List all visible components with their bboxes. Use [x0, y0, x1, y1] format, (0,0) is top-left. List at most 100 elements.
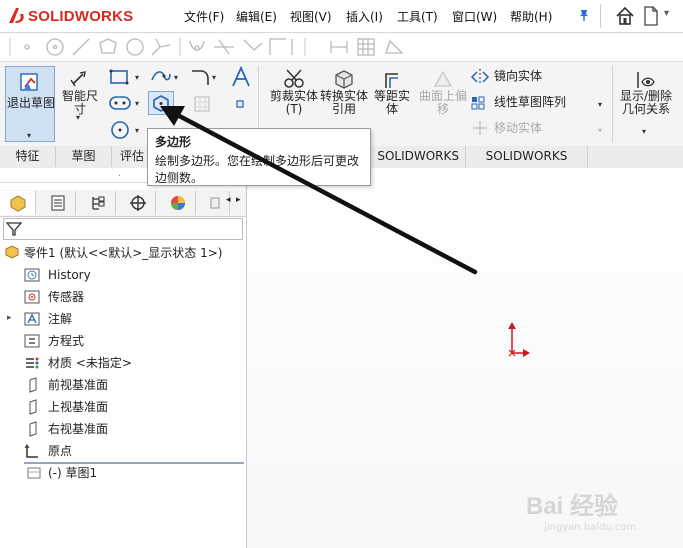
- equations-icon: [24, 334, 40, 348]
- move-entities-label[interactable]: 移动实体: [494, 122, 542, 135]
- mirror-entities-label[interactable]: 镜向实体: [494, 70, 542, 83]
- tab-features[interactable]: 特征: [0, 146, 56, 167]
- chevron-down-icon[interactable]: ▾: [135, 126, 139, 135]
- offset-entities-button[interactable]: 等距实体: [370, 68, 414, 116]
- panel-more-icon: [210, 197, 219, 209]
- chevron-down-icon[interactable]: ▾: [174, 73, 178, 82]
- smart-dimension-icon: [70, 71, 86, 87]
- offset-entities-label: 等距实体: [373, 89, 410, 116]
- display-manager-tab[interactable]: [160, 191, 196, 215]
- tooltip-title: 多边形: [155, 135, 192, 149]
- tree-item-annotations[interactable]: 注解: [48, 309, 72, 329]
- linear-pattern-label[interactable]: 线性草图阵列: [494, 96, 566, 109]
- panel-collapse-handle[interactable]: ·: [118, 171, 121, 182]
- chevron-down-icon[interactable]: ▾: [27, 129, 31, 142]
- menu-edit[interactable]: 编辑(E): [236, 8, 277, 25]
- new-document-icon[interactable]: [642, 5, 660, 27]
- menu-insert[interactable]: 插入(I): [346, 8, 383, 25]
- chevron-down-icon[interactable]: ▾: [76, 111, 80, 124]
- pin-icon[interactable]: [577, 8, 591, 22]
- sketch-picture-icon[interactable]: [192, 94, 212, 114]
- tree-item-origin[interactable]: 原点: [48, 441, 72, 461]
- tree-item-right-plane[interactable]: 右视基准面: [48, 419, 108, 439]
- chevron-down-icon[interactable]: ▾: [664, 8, 669, 19]
- chevron-down-icon[interactable]: ▾: [135, 73, 139, 82]
- smart-dimension-button[interactable]: 智能尺寸 ▾: [58, 68, 102, 122]
- tooltip-body: 绘制多边形。您在绘制多边形后可更改边侧数。: [155, 154, 360, 185]
- offset-on-surface-icon: [433, 70, 453, 87]
- home-icon[interactable]: [614, 5, 636, 27]
- trim-label: 剪裁实体(T): [270, 89, 319, 116]
- watermark-text: Bai 经验: [526, 493, 619, 520]
- linear-pattern-icon[interactable]: [470, 94, 490, 112]
- tree-filter-box[interactable]: [3, 218, 243, 240]
- configuration-icon: [91, 196, 104, 210]
- display-delete-relations-button[interactable]: 显示/删除几何关系 ▾: [616, 68, 676, 136]
- origin-axis-icon: [508, 322, 530, 357]
- chevron-down-icon[interactable]: ▾: [598, 126, 602, 135]
- configuration-manager-tab[interactable]: [80, 191, 116, 215]
- relations-label: 显示/删除几何关系: [619, 89, 673, 116]
- point-icon[interactable]: [234, 98, 246, 110]
- tree-item-sketch1[interactable]: (-) 草图1: [48, 463, 97, 483]
- convert-entities-icon: [335, 70, 353, 89]
- tree-root-part[interactable]: 零件1 (默认<<默认>_显示状态 1>): [24, 243, 222, 263]
- tree-item-front-plane[interactable]: 前视基准面: [48, 375, 108, 395]
- title-bar: SOLIDWORKS 文件(F) 编辑(E) 视图(V) 插入(I) 工具(T)…: [0, 0, 683, 33]
- expand-arrow-icon[interactable]: ▸: [7, 313, 12, 323]
- logo-text: SOLIDWORKS: [28, 8, 134, 25]
- chevron-down-icon[interactable]: ▾: [212, 73, 216, 82]
- feature-manager-tab[interactable]: [0, 191, 36, 215]
- rectangle-icon[interactable]: [109, 68, 131, 86]
- trim-icon: [284, 69, 304, 88]
- mirror-entities-icon[interactable]: [470, 68, 490, 86]
- sensor-icon: [24, 290, 40, 304]
- tab-sketch[interactable]: 草图: [56, 146, 112, 167]
- scroll-right-icon[interactable]: ▸: [236, 195, 241, 205]
- offset-entities-icon: [385, 73, 398, 88]
- polygon-icon[interactable]: [148, 91, 174, 115]
- offset-on-surface-label: 曲面上偏移: [418, 89, 467, 116]
- baidu-jingyan-watermark: Bai 经验 jingyan.baidu.com: [522, 484, 682, 544]
- property-list-icon: [51, 195, 64, 211]
- tree-item-top-plane[interactable]: 上视基准面: [48, 397, 108, 417]
- fillet-icon[interactable]: [189, 67, 211, 87]
- ds-logo-icon: [9, 8, 24, 23]
- property-manager-tab[interactable]: [40, 191, 76, 215]
- chevron-down-icon[interactable]: ▾: [642, 125, 646, 138]
- offset-on-surface-button[interactable]: 曲面上偏移: [418, 68, 468, 116]
- menu-tools[interactable]: 工具(T): [397, 8, 438, 25]
- plane-icon: [29, 421, 37, 437]
- relations-eye-icon: [637, 72, 655, 88]
- watermark-url: jingyan.baidu.com: [544, 522, 637, 533]
- annotations-icon: [24, 312, 40, 326]
- tree-item-material[interactable]: 材质 <未指定>: [48, 353, 132, 373]
- chevron-down-icon[interactable]: ▾: [135, 99, 139, 108]
- text-icon[interactable]: [230, 66, 252, 88]
- tree-item-sensors[interactable]: 传感器: [48, 287, 84, 307]
- filter-icon[interactable]: [6, 221, 22, 237]
- menu-file[interactable]: 文件(F): [184, 8, 224, 25]
- part-icon: [5, 245, 19, 259]
- exit-sketch-button[interactable]: 退出草图 ▾: [5, 66, 55, 142]
- convert-entities-label: 转换实体引用: [320, 89, 369, 116]
- scroll-left-icon[interactable]: ◂: [226, 195, 231, 205]
- menu-help[interactable]: 帮助(H): [510, 8, 552, 25]
- tree-item-equations[interactable]: 方程式: [48, 331, 84, 351]
- slot-icon[interactable]: [109, 94, 131, 112]
- spline-icon[interactable]: [150, 68, 172, 86]
- chevron-down-icon[interactable]: ▾: [598, 100, 602, 109]
- circle-icon[interactable]: [109, 120, 131, 140]
- origin-icon: [24, 444, 38, 458]
- menu-view[interactable]: 视图(V): [290, 8, 332, 25]
- exit-sketch-label: 退出草图: [6, 96, 55, 110]
- menu-window[interactable]: 窗口(W): [452, 8, 497, 25]
- material-icon: [26, 357, 39, 369]
- convert-entities-button[interactable]: 转换实体引用: [320, 68, 368, 116]
- sketch-entities-toolbar: [0, 33, 683, 62]
- trim-entities-button[interactable]: 剪裁实体(T): [270, 68, 318, 116]
- dimxpert-tab[interactable]: [120, 191, 156, 215]
- tab-solidworks-cam[interactable]: SOLIDWORKS CAM: [466, 146, 588, 184]
- tree-item-history[interactable]: History: [48, 265, 91, 285]
- move-entities-icon[interactable]: [470, 119, 490, 137]
